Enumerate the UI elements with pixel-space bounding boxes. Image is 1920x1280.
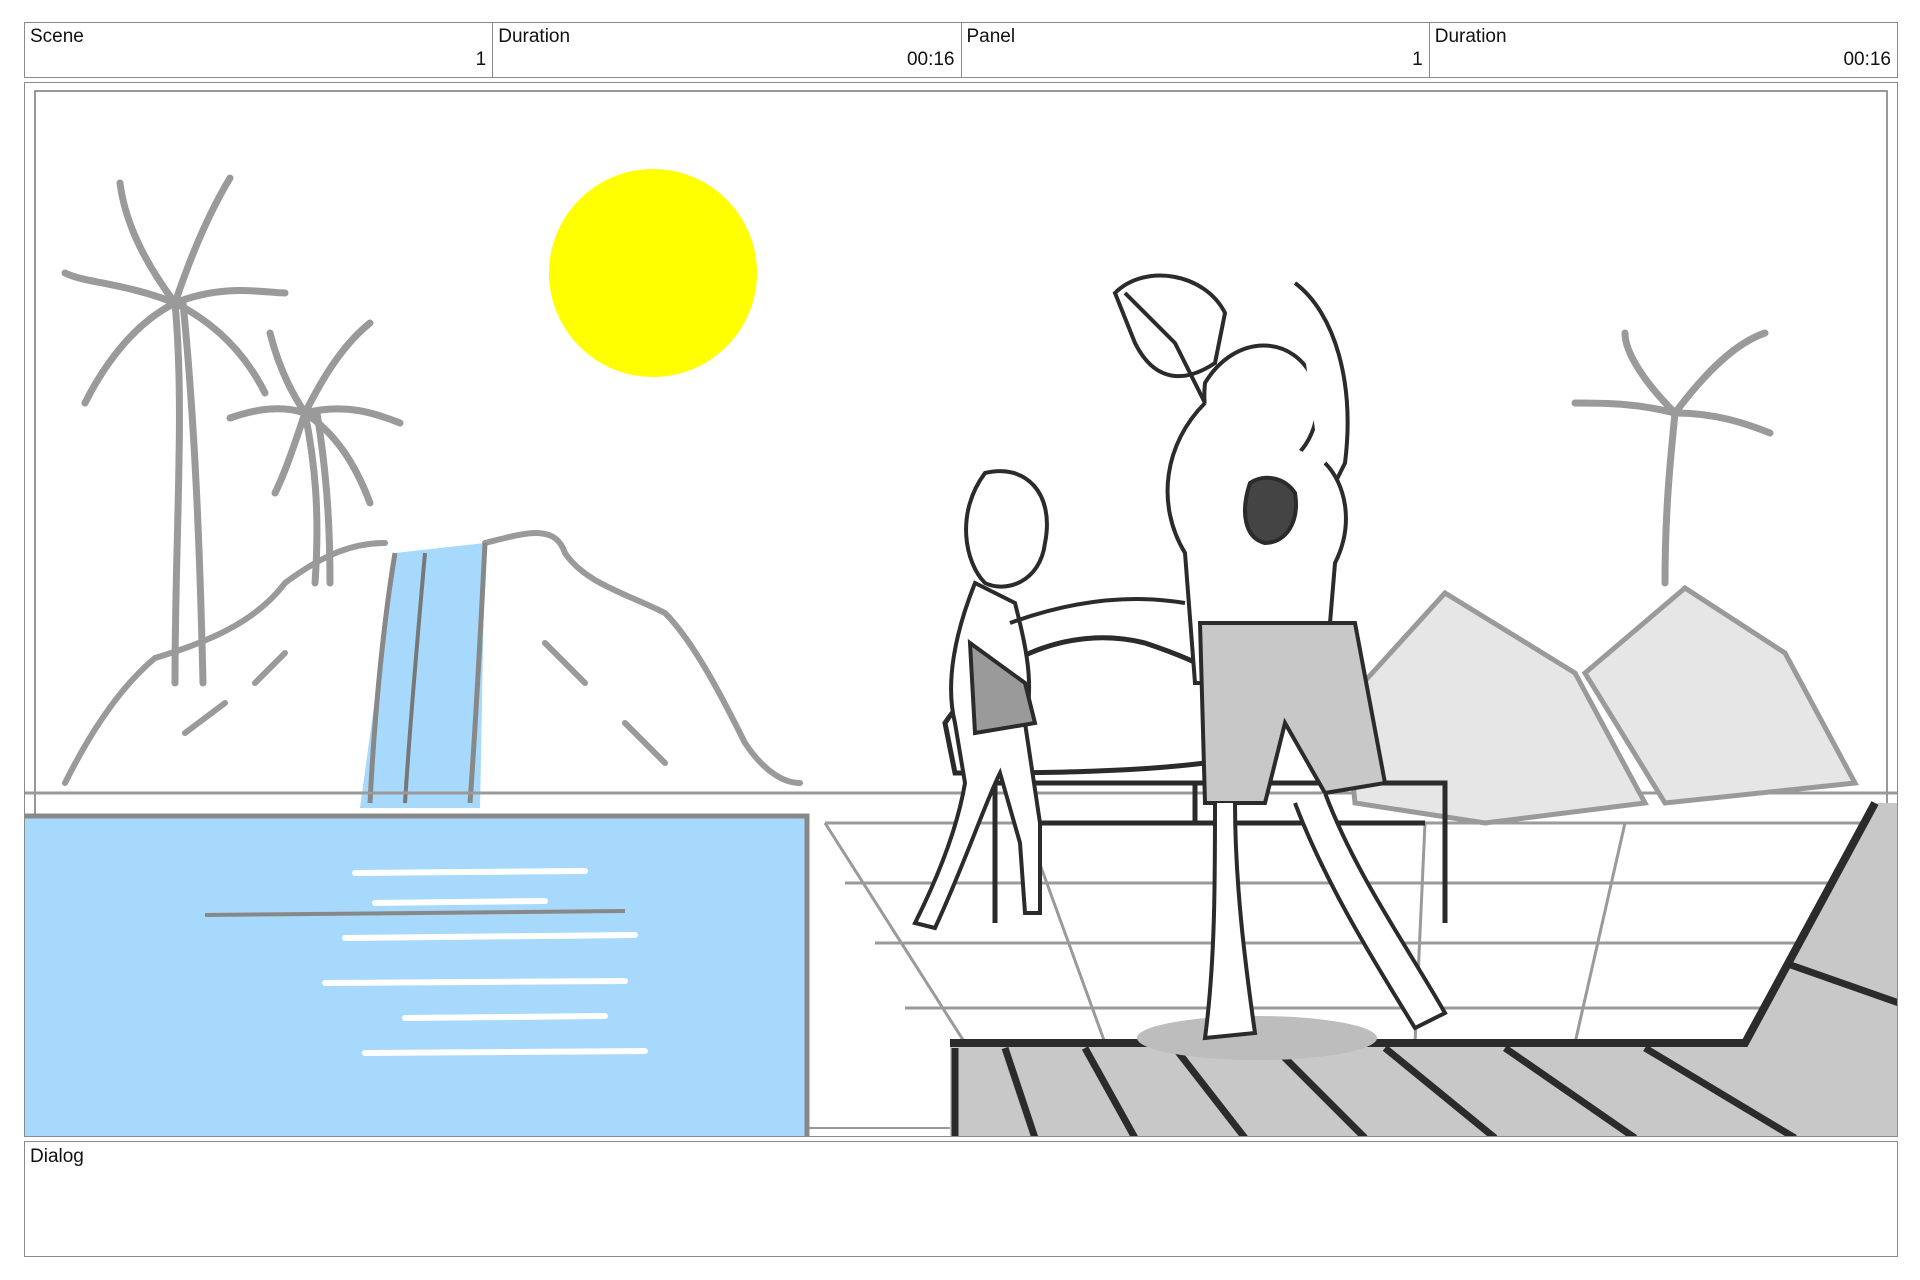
scene-illustration xyxy=(25,90,1897,1136)
panel-duration-label: Duration xyxy=(1434,26,1507,47)
pool-icon xyxy=(25,813,810,1136)
palm-tree-icon xyxy=(1571,329,1774,587)
panel-cell: Panel 1 xyxy=(962,23,1430,77)
sun-icon xyxy=(549,169,757,377)
dialog-label: Dialog xyxy=(30,1146,84,1167)
scene-cell: Scene 1 xyxy=(25,23,494,77)
storyboard-panel[interactable] xyxy=(24,82,1898,1137)
scene-duration-cell: Duration 00:16 xyxy=(493,23,962,77)
panel-duration-cell: Duration 00:16 xyxy=(1430,23,1897,77)
waterfall-icon xyxy=(328,542,488,847)
palm-tree-icon xyxy=(61,174,404,687)
panel-duration-value[interactable]: 00:16 xyxy=(1843,49,1891,71)
scene-duration-label: Duration xyxy=(498,26,571,47)
scene-duration-value[interactable]: 00:16 xyxy=(907,49,955,71)
tent-icon xyxy=(1342,584,1859,826)
scene-number[interactable]: 1 xyxy=(476,49,487,71)
storyboard-header: Scene 1 Duration 00:16 Panel 1 Duration … xyxy=(24,22,1898,78)
panel-number[interactable]: 1 xyxy=(1412,49,1423,71)
scene-label: Scene xyxy=(30,26,84,47)
dialog-box[interactable]: Dialog xyxy=(24,1141,1898,1257)
panel-label: Panel xyxy=(966,26,1016,47)
